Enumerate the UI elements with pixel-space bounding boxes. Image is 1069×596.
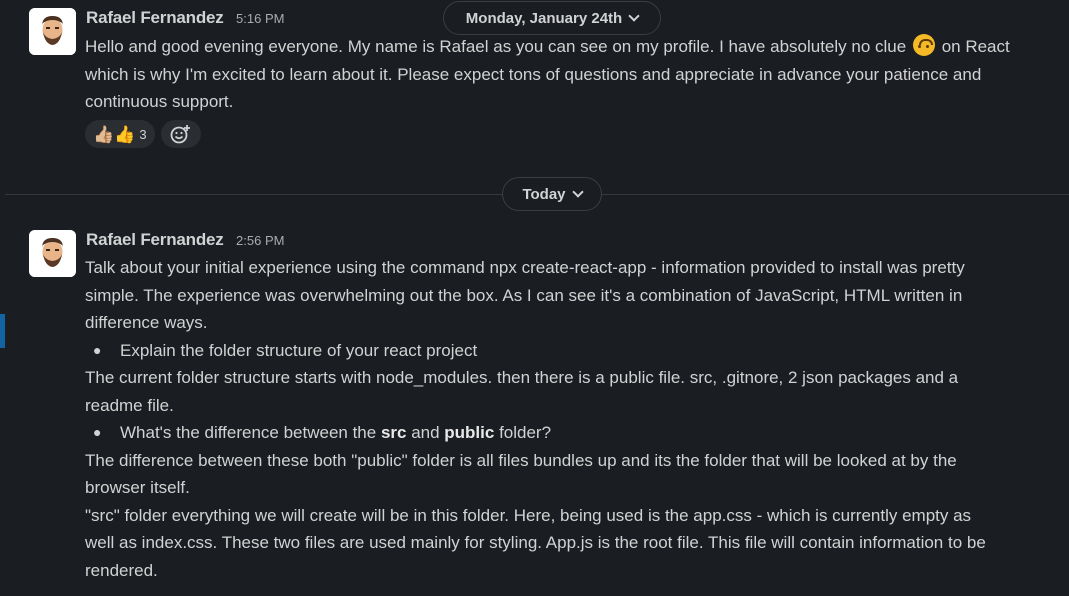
today-divider-button[interactable]: Today [502,177,602,211]
upside-down-face-icon [912,34,935,56]
bullet-text: folder? [494,423,552,442]
message-text: Hello and good evening everyone. My name… [85,37,907,56]
bullet-item: ● What's the difference between the src a… [85,419,1069,447]
message-line: which is why I'm excited to learn about … [85,64,982,84]
timestamp[interactable]: 5:16 PM [236,11,284,26]
message-line: rendered. [85,560,158,580]
thumbs-up-icon: 👍🏼👍 [93,124,136,144]
message-line: difference ways. [85,313,208,332]
message-header: Rafael Fernandez 2:56 PM [86,230,284,252]
reaction-count: 3 [139,126,147,142]
message-body: Hello and good evening everyone. My name… [85,33,1069,116]
add-reaction-button[interactable] [160,120,201,148]
bold-text: public [444,423,495,442]
date-label: Monday, January 24th [465,9,623,27]
avatar[interactable] [29,8,76,55]
bullet-item: ● Explain the folder structure of your re… [85,337,1069,365]
sender-name[interactable]: Rafael Fernandez [86,230,224,249]
timestamp[interactable]: 2:56 PM [236,233,284,248]
message-line: simple. The experience was overwhelming … [85,285,963,305]
bullet-icon: ● [93,424,102,440]
message-line: Talk about your initial experience using… [85,258,965,277]
bullet-text: Explain the folder structure of your rea… [120,340,478,360]
message-text: on React [941,37,1010,56]
chevron-down-icon [571,186,584,198]
message-pane: Rafael Fernandez 5:16 PM Hello and good … [0,0,1069,596]
message-body: Talk about your initial experience using… [85,254,1069,584]
bullet-icon: ● [93,341,102,358]
avatar[interactable] [29,230,76,277]
message-line: "src" folder everything we will create w… [85,505,972,525]
bullet-text: What's the difference between the [120,423,381,442]
chevron-down-icon [628,10,640,22]
message-line: continuous support. [85,92,234,111]
bold-text: src [380,423,407,442]
message-line: well as index.css. These two files are u… [85,533,986,552]
reaction-thumbs-up[interactable]: 👍🏼👍 3 [85,120,155,148]
add-emoji-icon [170,125,190,144]
message-line: The difference between these both "publi… [85,450,957,470]
message-line: browser itself. [85,478,190,497]
date-divider-button[interactable]: Monday, January 24th [443,1,661,35]
message-line: readme file. [85,395,174,415]
sender-name[interactable]: Rafael Fernandez [86,8,224,27]
message-line: The current folder structure starts with… [85,368,959,387]
scroll-accent [0,314,5,348]
reactions-bar: 👍🏼👍 3 [85,120,201,148]
date-label: Today [522,185,566,203]
message-header: Rafael Fernandez 5:16 PM [86,8,284,30]
message-line: Hello and good evening everyone. My name… [85,33,1069,61]
bullet-text: and [406,423,445,442]
